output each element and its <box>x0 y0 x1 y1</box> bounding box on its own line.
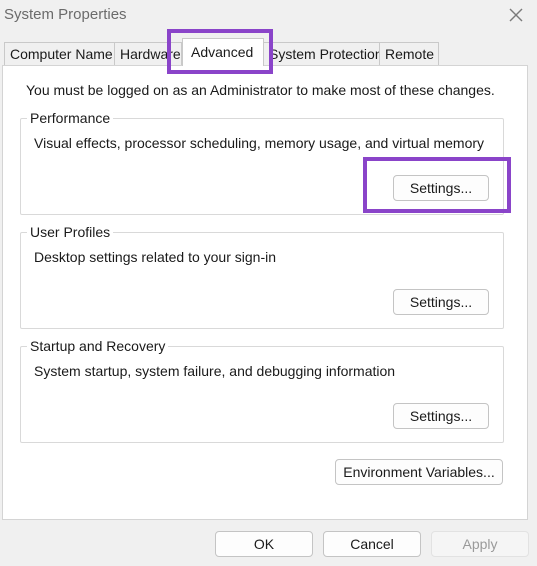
user-profiles-title: User Profiles <box>27 224 114 240</box>
startup-recovery-description: System startup, system failure, and debu… <box>34 363 396 379</box>
tab-computer-name[interactable]: Computer Name <box>4 42 115 65</box>
tab-hardware[interactable]: Hardware <box>114 42 182 65</box>
user-profiles-description: Desktop settings related to your sign-in <box>34 249 277 265</box>
window-title: System Properties <box>4 6 127 23</box>
performance-title: Performance <box>27 110 114 126</box>
title-bar: System Properties <box>0 0 537 32</box>
tab-system-protection[interactable]: System Protection <box>263 42 380 65</box>
apply-button[interactable]: Apply <box>431 531 529 557</box>
cancel-button[interactable]: Cancel <box>323 531 421 557</box>
close-icon <box>509 8 523 22</box>
ok-button[interactable]: OK <box>215 531 313 557</box>
close-button[interactable] <box>505 4 527 26</box>
performance-description: Visual effects, processor scheduling, me… <box>34 135 485 151</box>
admin-notice: You must be logged on as an Administrato… <box>26 82 495 98</box>
user-profiles-settings-button[interactable]: Settings... <box>393 289 489 315</box>
tab-advanced[interactable]: Advanced <box>182 38 264 66</box>
environment-variables-button[interactable]: Environment Variables... <box>335 459 503 485</box>
performance-settings-button[interactable]: Settings... <box>393 175 489 201</box>
tab-remote[interactable]: Remote <box>379 42 439 65</box>
startup-recovery-title: Startup and Recovery <box>27 338 169 354</box>
startup-recovery-settings-button[interactable]: Settings... <box>393 403 489 429</box>
